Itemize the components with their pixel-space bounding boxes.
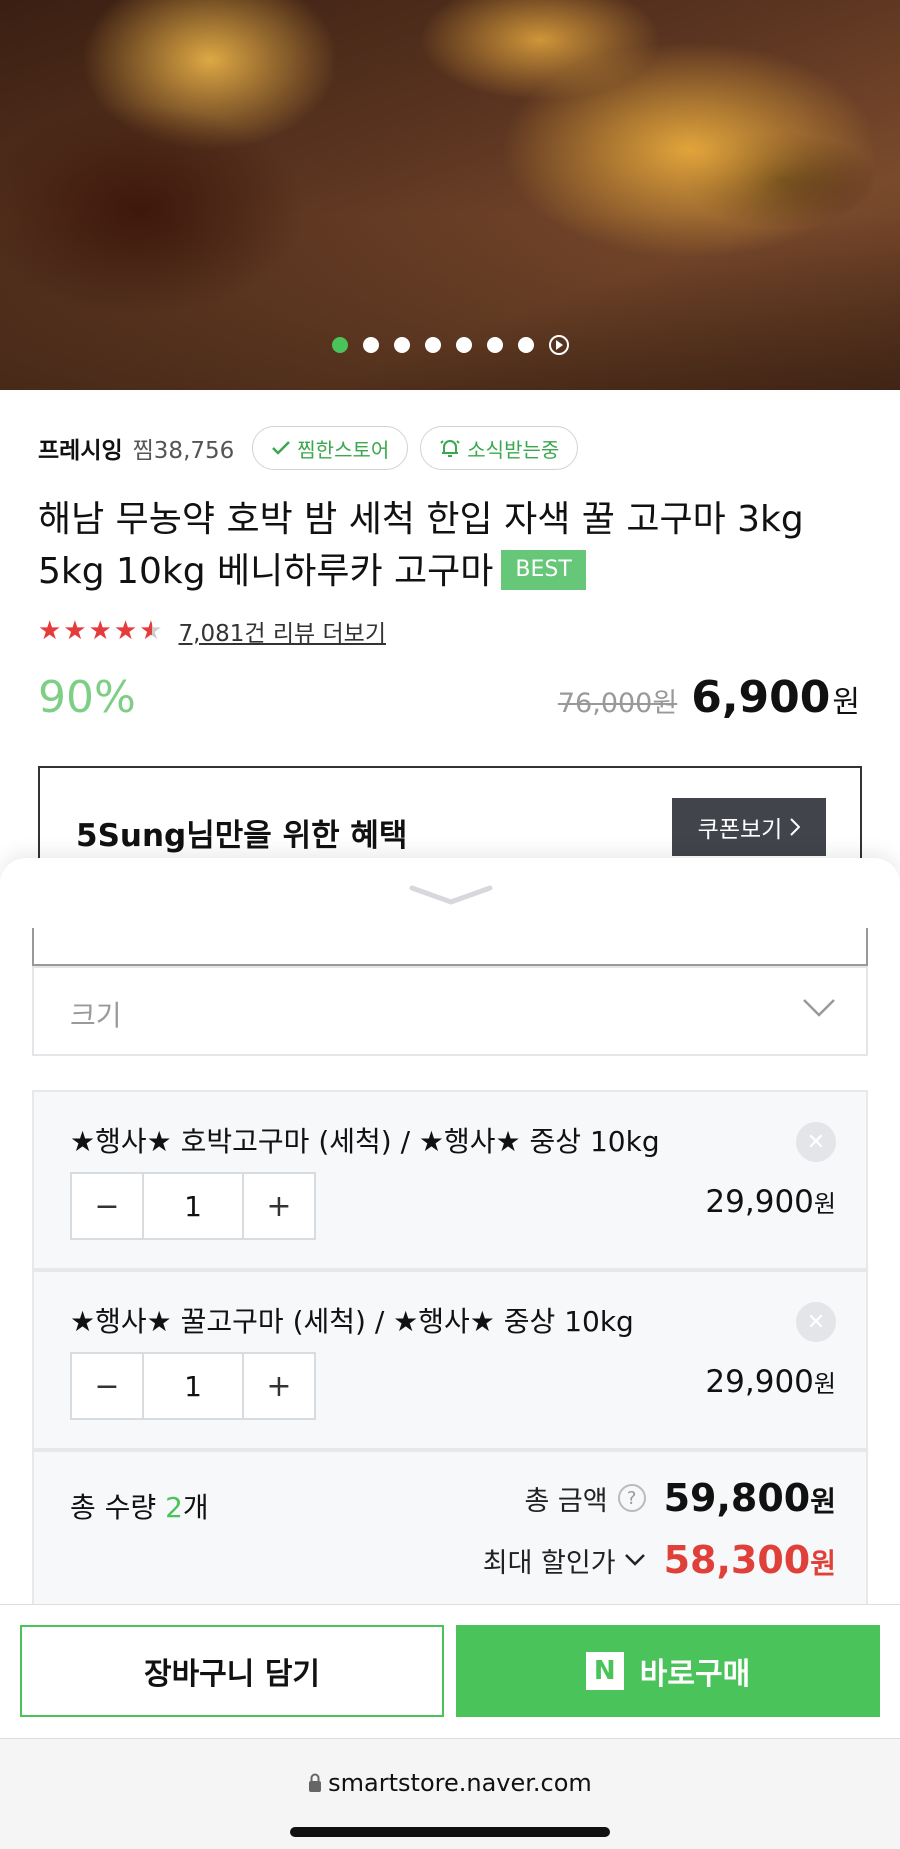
naver-n-icon: N [585, 1652, 624, 1690]
total-amount-label: 총 금액 [524, 1485, 608, 1517]
carousel-dot[interactable] [517, 337, 534, 353]
carousel-dot[interactable] [486, 337, 503, 353]
carousel-dot[interactable] [424, 337, 441, 353]
sale-price-currency: 원 [832, 685, 860, 720]
carousel-dot[interactable] [455, 337, 472, 353]
sale-price: 6,900 [691, 672, 831, 723]
chevron-right-icon [790, 818, 801, 836]
price-row: 76,000원 6,900 원 [558, 672, 860, 723]
max-discount-row[interactable]: 최대 할인가 58,300원 [483, 1538, 836, 1582]
hero-shade [0, 0, 900, 390]
total-quantity-value: 2 [165, 1491, 183, 1524]
option-price: 29,900원 [705, 1364, 836, 1400]
quantity-value[interactable]: 1 [142, 1174, 244, 1238]
coupon-button-label: 쿠폰보기 [697, 817, 783, 843]
max-discount-currency: 원 [810, 1547, 836, 1580]
bell-icon [440, 440, 460, 457]
coupon-button[interactable]: 쿠폰보기 [672, 798, 826, 856]
order-total-box: 총 수량 2개 총 금액 ? 59,800원 최대 할인가 58,300원 [32, 1450, 868, 1620]
address-field[interactable]: smartstore.naver.com [0, 1769, 900, 1797]
decrease-button[interactable]: − [72, 1354, 142, 1418]
decrease-button[interactable]: − [72, 1174, 142, 1238]
news-label: 소식받는중 [467, 437, 560, 462]
total-amount: 59,800원 [664, 1476, 836, 1520]
option-price: 29,900원 [705, 1184, 836, 1220]
max-discount-label: 최대 할인가 [482, 1547, 616, 1579]
carousel-indicator [0, 335, 900, 355]
previous-option-select[interactable] [32, 928, 868, 966]
carousel-dot[interactable] [393, 337, 410, 353]
option-name: ★행사★ 꿀고구마 (세척) / ★행사★ 중상 10kg [70, 1305, 634, 1338]
sheet-collapse-chevron-icon[interactable] [408, 880, 494, 910]
carousel-dot[interactable] [362, 337, 379, 353]
total-amount-value: 59,800 [663, 1476, 811, 1520]
home-indicator[interactable] [290, 1827, 610, 1837]
quantity-value[interactable]: 1 [142, 1354, 244, 1418]
review-link[interactable]: 7,081건 리뷰 더보기 [179, 614, 386, 648]
discount-rate: 90% [38, 672, 136, 723]
total-quantity: 총 수량 2개 [70, 1486, 209, 1526]
total-quantity-unit: 개 [182, 1491, 209, 1524]
selected-option-item: ★행사★ 호박고구마 (세척) / ★행사★ 중상 10kg ✕ − 1 + 2… [32, 1090, 868, 1270]
store-name[interactable]: 프레시잉 [38, 431, 123, 465]
total-amount-currency: 원 [810, 1485, 836, 1518]
add-to-cart-button[interactable]: 장바구니 담기 [20, 1625, 444, 1717]
quantity-stepper: − 1 + [70, 1352, 316, 1420]
remove-option-close-icon[interactable]: ✕ [796, 1122, 836, 1162]
total-quantity-label: 총 수량 [70, 1491, 166, 1524]
best-badge: BEST [501, 550, 586, 590]
carousel-dot-active[interactable] [331, 337, 348, 353]
play-icon[interactable] [548, 335, 569, 355]
buy-now-button[interactable]: N 바로구매 [456, 1625, 880, 1717]
help-icon[interactable]: ? [617, 1484, 646, 1512]
product-hero-image[interactable] [0, 0, 900, 390]
zzim-store-button[interactable]: 찜한스토어 [252, 426, 409, 470]
size-select[interactable]: 크기 [32, 966, 868, 1056]
size-select-label: 크기 [70, 999, 122, 1032]
benefit-text: 5Sung님만을 위한 혜택 [76, 818, 408, 854]
buy-now-label: 바로구매 [639, 1657, 751, 1692]
total-amount-row: 총 금액 ? 59,800원 [524, 1476, 836, 1520]
add-to-cart-label: 장바구니 담기 [143, 1657, 321, 1692]
option-price-currency: 원 [813, 1370, 836, 1398]
product-title: 해남 무농약 호박 밤 세척 한입 자색 꿀 고구마 3kg 5kg 10kg … [38, 494, 868, 598]
remove-option-close-icon[interactable]: ✕ [796, 1302, 836, 1342]
chevron-down-icon [803, 999, 835, 1017]
zzim-count: 찜38,756 [132, 438, 235, 464]
max-discount-price-value: 58,300 [663, 1538, 811, 1582]
check-icon [272, 441, 291, 455]
increase-button[interactable]: + [244, 1174, 314, 1238]
option-price-currency: 원 [813, 1190, 836, 1218]
option-name: ★행사★ 호박고구마 (세척) / ★행사★ 중상 10kg [70, 1125, 660, 1158]
lock-icon [309, 1773, 322, 1792]
rating-stars-icon: ★★★★★ [38, 616, 165, 646]
quantity-stepper: − 1 + [70, 1172, 316, 1240]
browser-url-bar: smartstore.naver.com [0, 1738, 900, 1849]
increase-button[interactable]: + [244, 1354, 314, 1418]
original-price: 76,000원 [557, 688, 678, 719]
url-text: smartstore.naver.com [328, 1769, 592, 1797]
rating-row: ★★★★★ 7,081건 리뷰 더보기 [38, 614, 386, 648]
zzim-store-label: 찜한스토어 [297, 437, 390, 462]
chevron-down-icon [624, 1554, 645, 1566]
product-title-text: 해남 무농약 호박 밤 세척 한입 자색 꿀 고구마 3kg 5kg 10kg … [38, 499, 804, 592]
selected-option-item: ★행사★ 꿀고구마 (세척) / ★행사★ 중상 10kg ✕ − 1 + 29… [32, 1270, 868, 1450]
purchase-action-bar: 장바구니 담기 N 바로구매 [0, 1604, 900, 1739]
news-subscribe-button[interactable]: 소식받는중 [420, 426, 579, 470]
store-row: 프레시잉 찜38,756 찜한스토어 소식받는중 [38, 426, 579, 470]
max-discount-price: 58,300원 [664, 1538, 836, 1582]
option-price-value: 29,900 [705, 1364, 814, 1400]
option-price-value: 29,900 [705, 1184, 814, 1220]
